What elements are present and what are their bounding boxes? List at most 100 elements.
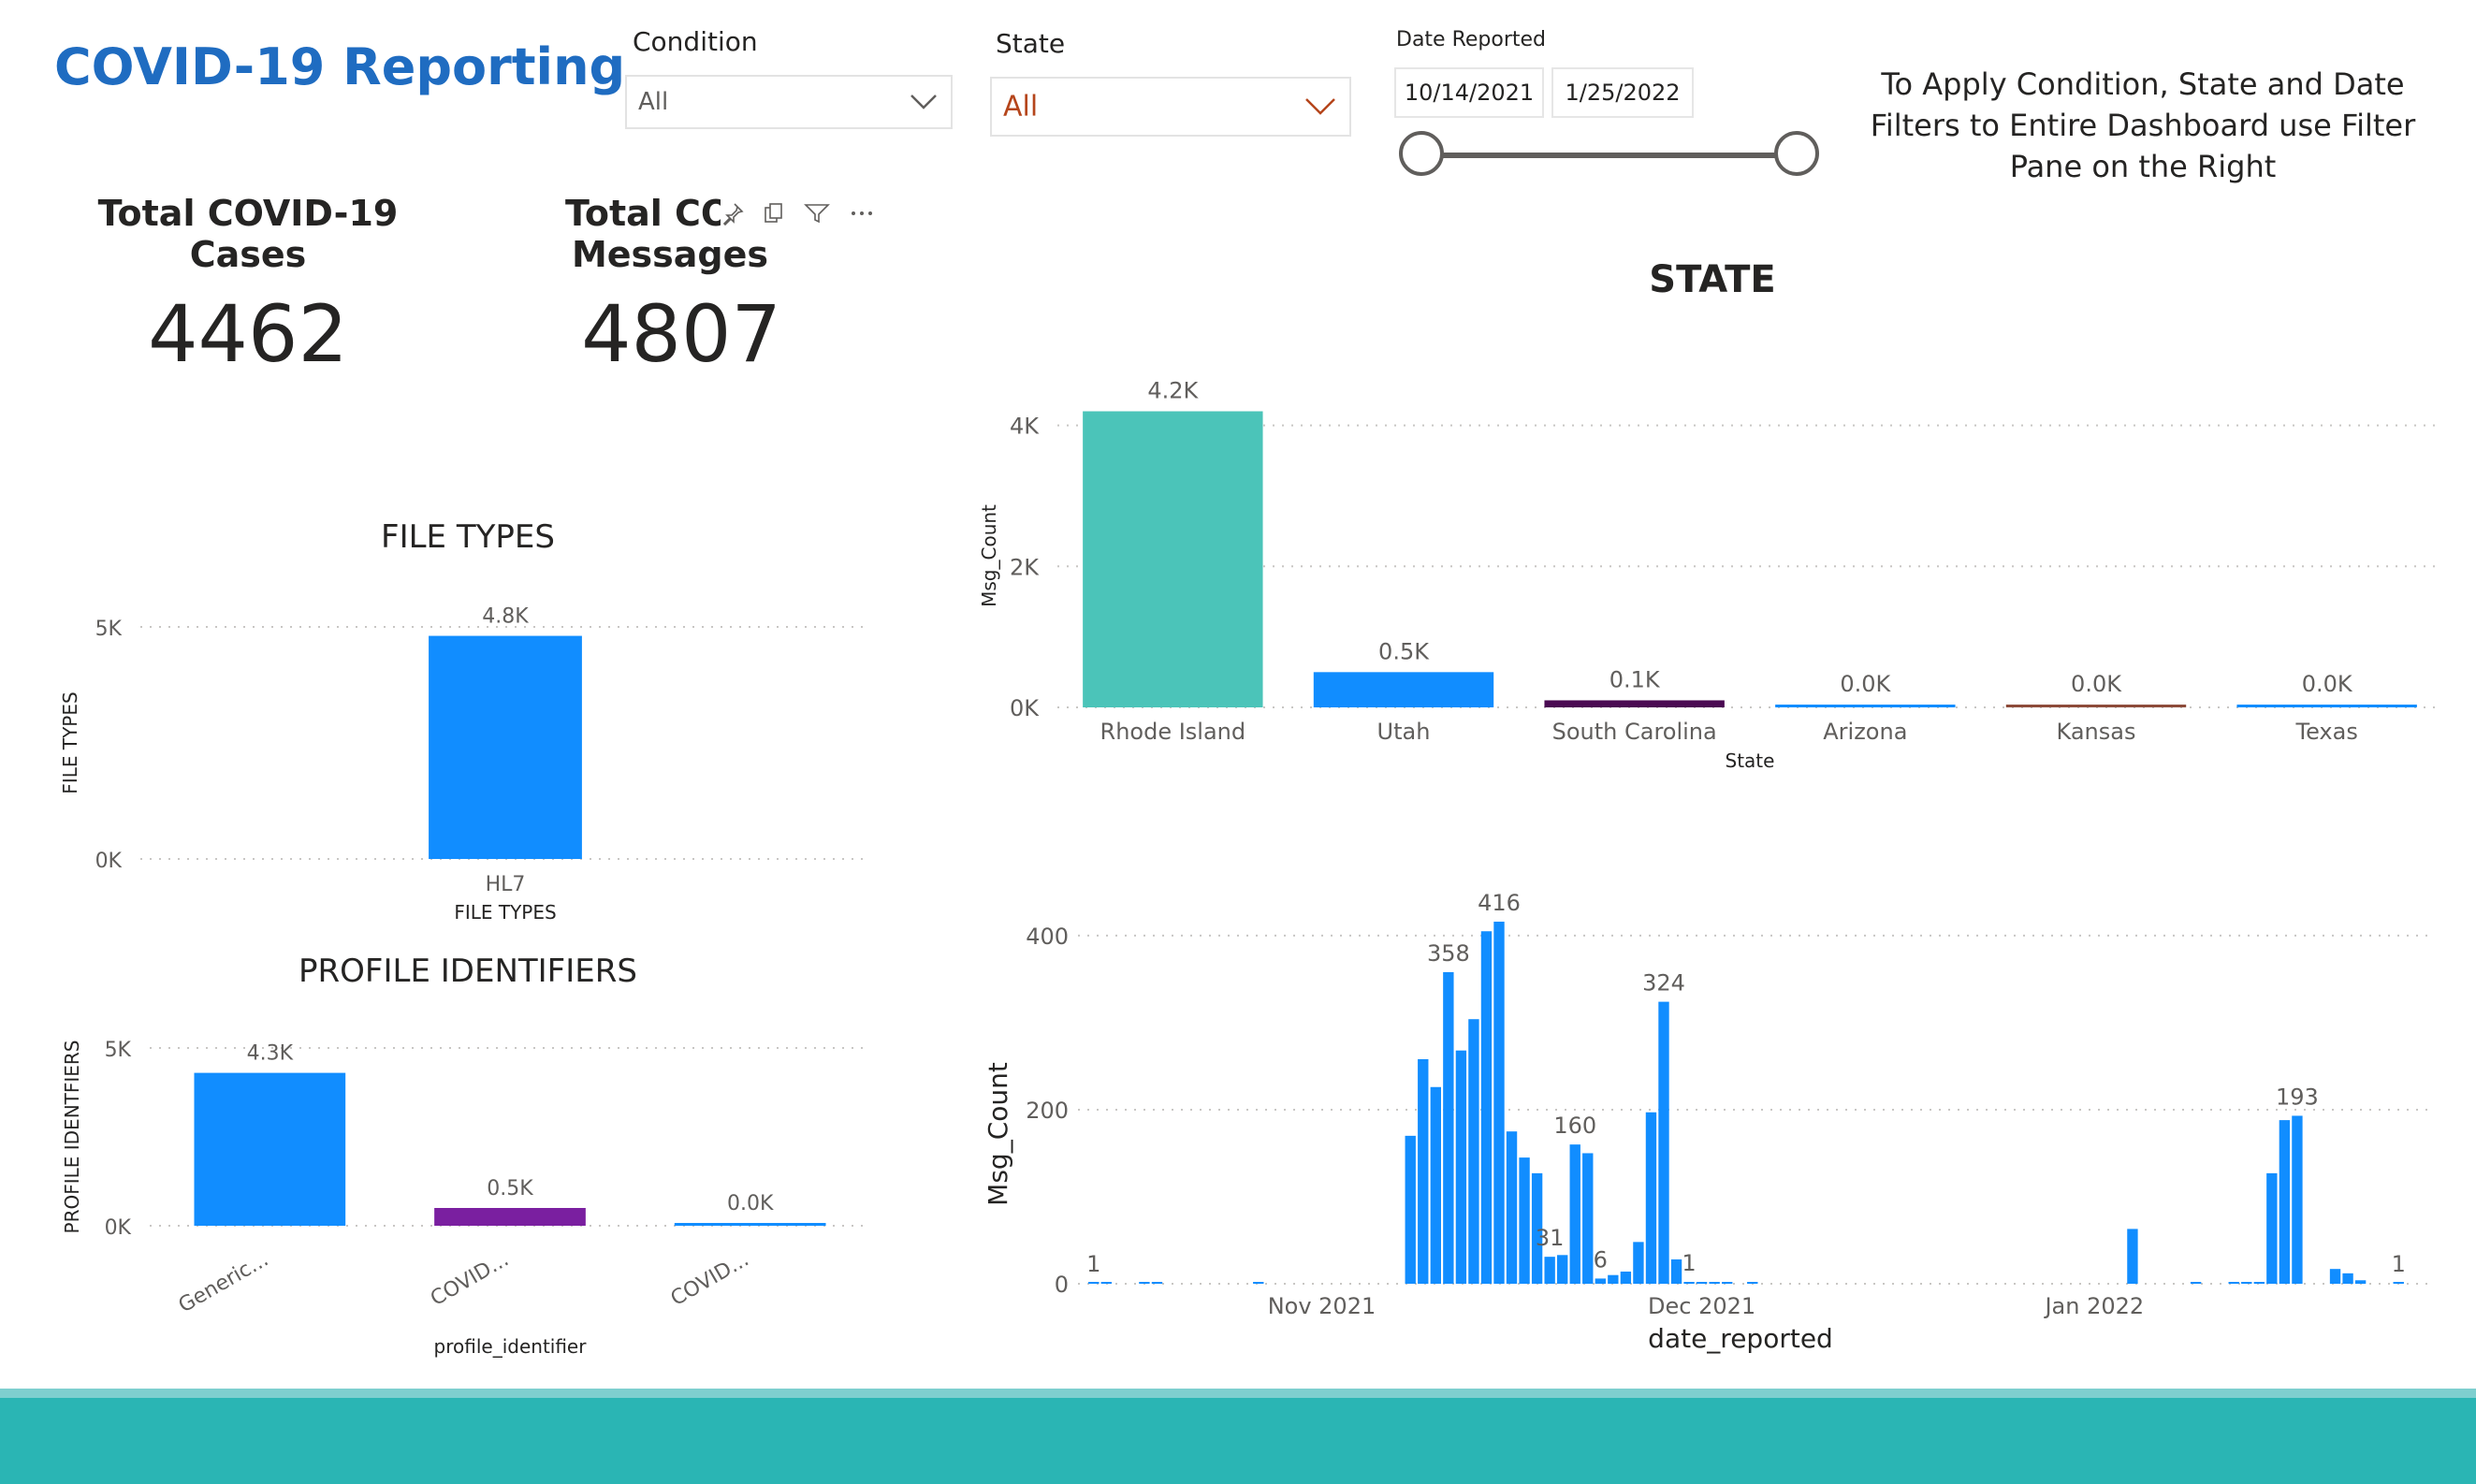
- x-axis-title: date_reported: [1648, 1323, 1833, 1354]
- date-range-start-handle[interactable]: [1399, 131, 1444, 176]
- bar[interactable]: [1405, 1135, 1416, 1284]
- state-dropdown[interactable]: All: [990, 77, 1351, 137]
- data-label: 4.2K: [1147, 378, 1199, 404]
- bar[interactable]: [2005, 705, 2187, 707]
- bar[interactable]: [1083, 411, 1263, 707]
- bar[interactable]: [1670, 1258, 1682, 1284]
- data-label: 31: [1536, 1225, 1565, 1251]
- x-tick-label: Nov 2021: [1268, 1293, 1376, 1319]
- bar[interactable]: [434, 1208, 586, 1226]
- bar[interactable]: [2127, 1229, 2138, 1284]
- more-options-icon[interactable]: [848, 201, 876, 226]
- bar[interactable]: [1480, 931, 1493, 1284]
- data-label: 0.0K: [2302, 671, 2353, 697]
- data-label: 324: [1642, 970, 1685, 997]
- bar[interactable]: [1088, 1282, 1100, 1284]
- pin-icon[interactable]: [721, 201, 745, 226]
- footer-bar-highlight: [0, 1389, 2476, 1398]
- data-label: 4.3K: [247, 1042, 294, 1066]
- bar[interactable]: [2342, 1273, 2353, 1284]
- bar[interactable]: [1582, 1153, 1594, 1284]
- bar[interactable]: [2292, 1115, 2303, 1284]
- bar[interactable]: [2190, 1282, 2202, 1284]
- state-slicer-label: State: [996, 28, 1066, 59]
- date-range-track: [1424, 153, 1799, 158]
- data-label: 0.5K: [487, 1177, 533, 1200]
- bar[interactable]: [2279, 1120, 2291, 1284]
- bar[interactable]: [429, 635, 582, 859]
- y-tick-label: 0: [1055, 1272, 1069, 1298]
- x-tick-label: COVID...: [667, 1248, 753, 1312]
- bar[interactable]: [1455, 1050, 1467, 1284]
- bar[interactable]: [1418, 1059, 1429, 1284]
- bar[interactable]: [1519, 1157, 1530, 1284]
- bar[interactable]: [1747, 1282, 1758, 1284]
- bar[interactable]: [194, 1072, 346, 1226]
- x-tick-label: South Carolina: [1552, 719, 1717, 745]
- bar[interactable]: [1722, 1282, 1733, 1284]
- data-label: 0.1K: [1609, 666, 1661, 692]
- bar[interactable]: [2241, 1282, 2252, 1284]
- x-tick-label: Dec 2021: [1648, 1293, 1755, 1319]
- data-label: 0.5K: [1378, 638, 1430, 664]
- bar[interactable]: [674, 1223, 826, 1226]
- bar[interactable]: [1569, 1144, 1580, 1284]
- visual-header: [721, 193, 889, 234]
- data-label: 160: [1553, 1113, 1596, 1139]
- bar[interactable]: [1430, 1086, 1441, 1284]
- end-date-input[interactable]: 1/25/2022: [1551, 67, 1694, 118]
- copy-icon[interactable]: [762, 201, 786, 226]
- bar[interactable]: [1775, 705, 1956, 707]
- bar[interactable]: [1658, 1001, 1669, 1284]
- bar[interactable]: [1696, 1282, 1708, 1284]
- bar[interactable]: [1683, 1282, 1695, 1284]
- bar[interactable]: [2354, 1280, 2367, 1284]
- bar[interactable]: [1544, 1257, 1555, 1284]
- bar[interactable]: [1151, 1282, 1163, 1284]
- chevron-down-icon: [910, 95, 937, 109]
- y-axis-title: Msg_Count: [983, 1062, 1013, 1206]
- bar[interactable]: [1443, 971, 1454, 1284]
- x-tick-label: COVID...: [427, 1248, 513, 1312]
- bar[interactable]: [1645, 1112, 1657, 1284]
- bar[interactable]: [1608, 1274, 1619, 1284]
- data-label: 0.0K: [1840, 671, 1891, 697]
- y-tick-label: 2K: [1010, 554, 1040, 580]
- bar[interactable]: [2329, 1269, 2341, 1284]
- data-label: 416: [1478, 890, 1521, 916]
- condition-dropdown[interactable]: All: [625, 75, 953, 129]
- bar[interactable]: [1253, 1282, 1264, 1284]
- bar[interactable]: [1506, 1131, 1518, 1284]
- bar[interactable]: [1313, 672, 1494, 707]
- date-range-end-handle[interactable]: [1774, 131, 1819, 176]
- bar[interactable]: [1493, 922, 1505, 1284]
- y-axis-title: Msg_Count: [978, 504, 1000, 607]
- y-tick-label: 200: [1026, 1098, 1069, 1124]
- total-messages-card: Total COV Messages 4807: [524, 193, 889, 380]
- bar[interactable]: [1709, 1282, 1720, 1284]
- date-slicer-label: Date Reported: [1396, 28, 1547, 51]
- bar[interactable]: [2393, 1282, 2404, 1284]
- bar[interactable]: [2253, 1282, 2265, 1284]
- bar[interactable]: [2266, 1172, 2278, 1284]
- bar[interactable]: [1139, 1282, 1150, 1284]
- bar[interactable]: [2236, 705, 2417, 707]
- state-dropdown-value: All: [1003, 90, 1039, 124]
- bar[interactable]: [2228, 1282, 2239, 1284]
- bar[interactable]: [1100, 1282, 1112, 1284]
- bar[interactable]: [1633, 1242, 1644, 1284]
- start-date-input[interactable]: 10/14/2021: [1394, 67, 1544, 118]
- bar[interactable]: [1595, 1278, 1606, 1284]
- data-label: 1: [1086, 1251, 1100, 1277]
- bar[interactable]: [1468, 1019, 1479, 1284]
- chevron-down-icon: [1305, 98, 1335, 115]
- y-axis-title: PROFILE IDENTFIERS: [61, 1040, 83, 1234]
- bar[interactable]: [1544, 700, 1725, 707]
- profile-identifiers-chart-title: PROFILE IDENTIFIERS: [299, 953, 637, 990]
- filter-icon[interactable]: [803, 201, 831, 226]
- bar[interactable]: [1557, 1255, 1568, 1284]
- total-messages-value: 4807: [581, 288, 781, 380]
- y-tick-label: 0K: [1010, 695, 1040, 721]
- bar[interactable]: [1620, 1271, 1632, 1284]
- x-axis-title: State: [1726, 749, 1775, 772]
